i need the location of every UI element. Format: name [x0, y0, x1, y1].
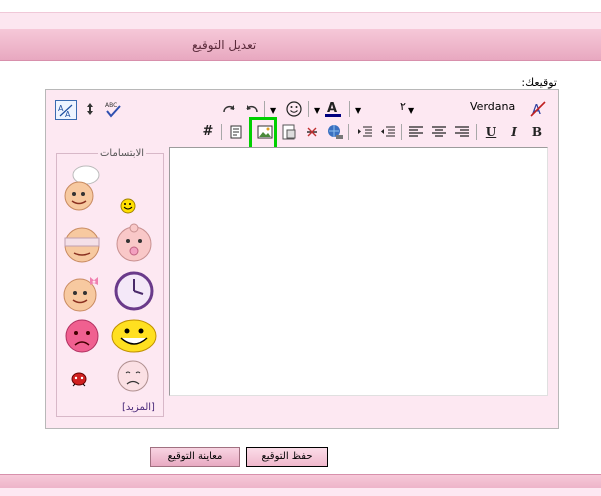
more-smilies-link[interactable]: [المزيد]	[122, 402, 155, 413]
baby-smiley-icon[interactable]	[113, 222, 155, 268]
underline-button[interactable]: U	[483, 124, 499, 140]
smilie-dropdown-arrow-icon[interactable]: ▼	[270, 106, 276, 115]
preview-signature-button[interactable]: معاينة التوقيع	[150, 447, 240, 467]
align-left-icon[interactable]	[408, 124, 424, 140]
yellow-smiley-icon[interactable]	[119, 197, 137, 219]
svg-text:A: A	[327, 101, 337, 116]
outdent-icon[interactable]	[380, 124, 396, 140]
spellcheck-label: ABC	[105, 102, 117, 109]
page-title: تعديل التوقيع	[192, 38, 257, 52]
page-header: تعديل التوقيع	[0, 29, 601, 61]
sad-pink-smiley-icon[interactable]	[64, 318, 100, 358]
red-bug-icon[interactable]	[69, 369, 89, 391]
unlink-icon[interactable]	[304, 124, 320, 140]
big-grin-smiley-icon[interactable]	[110, 318, 158, 358]
toolbar-separator	[401, 124, 402, 140]
highlight-box	[249, 117, 277, 151]
toolbar-separator	[264, 101, 265, 117]
smiley-insert-icon[interactable]	[285, 100, 303, 118]
quote-icon[interactable]	[228, 124, 244, 140]
top-band	[0, 12, 601, 30]
size-dropdown-arrow-icon[interactable]: ▼	[355, 106, 361, 115]
undo-icon[interactable]	[244, 101, 260, 117]
italic-button[interactable]: I	[506, 124, 522, 140]
indent-icon[interactable]	[357, 124, 373, 140]
font-color-icon[interactable]: A	[323, 99, 343, 119]
toolbar-separator	[348, 124, 349, 140]
toolbar-separator	[476, 124, 477, 140]
chef-smiley-icon[interactable]	[62, 163, 104, 217]
switch-mode-icon[interactable]: AA	[55, 100, 77, 120]
color-dropdown-arrow-icon[interactable]: ▼	[314, 106, 320, 115]
save-signature-button[interactable]: حفظ التوقيع	[246, 447, 328, 467]
clock-icon[interactable]	[113, 270, 155, 316]
toolbar-separator	[308, 101, 309, 117]
align-center-icon[interactable]	[431, 124, 447, 140]
font-name-select[interactable]: Verdana	[470, 100, 530, 116]
font-dropdown-arrow-icon[interactable]: ▼	[408, 106, 414, 115]
svg-text:A: A	[65, 110, 71, 119]
signature-label: توقيعك:	[521, 76, 557, 89]
smilies-title: الابتسامات	[98, 148, 147, 159]
bottom-band	[0, 474, 601, 496]
insert-media-icon[interactable]	[281, 124, 297, 140]
align-right-icon[interactable]	[454, 124, 470, 140]
blindfold-smiley-icon[interactable]	[62, 225, 102, 269]
toolbar-separator	[221, 124, 222, 140]
svg-text:A: A	[58, 104, 64, 113]
bold-button[interactable]: B	[529, 124, 545, 140]
redo-icon[interactable]	[221, 101, 237, 117]
hash-button[interactable]: #	[200, 124, 216, 140]
resize-arrows-icon[interactable]	[82, 101, 98, 117]
insert-link-icon[interactable]	[326, 123, 344, 141]
signature-editor[interactable]	[169, 147, 548, 396]
toolbar-separator	[349, 101, 350, 117]
frown-smiley-icon[interactable]	[116, 359, 150, 397]
bow-smiley-icon[interactable]	[62, 273, 102, 317]
spellcheck-icon[interactable]: ABC	[104, 100, 122, 118]
remove-format-icon[interactable]: A	[529, 100, 547, 118]
